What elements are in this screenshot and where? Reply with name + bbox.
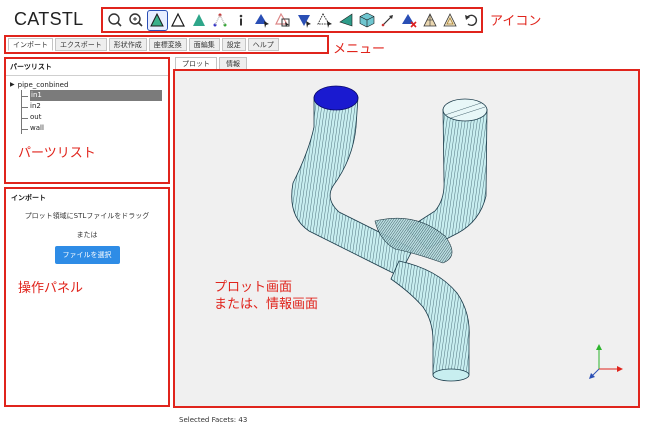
tree-item-in1[interactable]: in1: [22, 90, 164, 101]
select-file-button[interactable]: ファイルを選択: [54, 246, 120, 264]
arrow-icon[interactable]: [378, 11, 397, 30]
menu-tab-help[interactable]: ヘルプ: [247, 38, 279, 51]
tree-item-in2[interactable]: in2: [22, 101, 164, 112]
app-title: CATSTL: [14, 9, 84, 29]
parts-list-header: パーツリスト: [6, 59, 168, 76]
undo-icon[interactable]: [462, 11, 481, 30]
select-box-icon[interactable]: [274, 11, 293, 30]
or-text: または: [76, 231, 98, 239]
menu-tab-shape-create[interactable]: 形状作成: [108, 38, 147, 51]
shaded-triangle-icon[interactable]: [190, 11, 209, 30]
mesh-viewport[interactable]: [175, 71, 638, 406]
select-flag-icon[interactable]: [294, 11, 313, 30]
axis-triad: [589, 344, 623, 379]
view-triangle-active-icon[interactable]: [146, 9, 168, 31]
menu-bar: インポート エクスポート 形状作成 座標変換 面編集 設定 ヘルプ: [4, 35, 329, 54]
triangle-outline-icon[interactable]: [441, 11, 460, 30]
point-triangle-icon[interactable]: [211, 11, 230, 30]
select-point-icon[interactable]: [315, 11, 334, 30]
inlet-in2: [442, 98, 488, 122]
caret-right-icon[interactable]: ▶: [10, 81, 15, 88]
annotation-icons: アイコン: [490, 14, 542, 29]
triangle-mesh-icon[interactable]: [420, 11, 439, 30]
annotation-parts: パーツリスト: [18, 146, 96, 161]
parts-tree: ▶ pipe_conbined in1 in2 out wall: [6, 76, 168, 137]
plot-area[interactable]: [173, 69, 640, 408]
toolbar: [101, 7, 483, 33]
annotation-ops: 操作パネル: [18, 281, 84, 296]
wireframe-triangle-icon[interactable]: [169, 11, 188, 30]
solid-triangle-icon[interactable]: [336, 11, 355, 30]
annotation-plot-line2: または、情報画面: [214, 297, 319, 312]
zoom-icon[interactable]: [127, 11, 146, 30]
outlet-rim: [432, 368, 470, 382]
tree-item-out[interactable]: out: [22, 112, 164, 123]
menu-tab-transform[interactable]: 座標変換: [148, 38, 187, 51]
select-face-icon[interactable]: [253, 11, 272, 30]
cube-icon[interactable]: [357, 11, 376, 30]
annotation-menu: メニュー: [333, 42, 386, 57]
parts-list-panel: パーツリスト ▶ pipe_conbined in1 in2 out wall: [4, 57, 170, 184]
menu-tab-export[interactable]: エクスポート: [55, 38, 107, 51]
inlet-in1-selected: [313, 85, 359, 111]
tree-item-wall[interactable]: wall: [22, 123, 164, 134]
status-text: Selected Facets: 43: [179, 416, 248, 424]
tree-children: in1 in2 out wall: [21, 90, 164, 134]
menu-tab-face-edit[interactable]: 面編集: [188, 38, 220, 51]
info-icon[interactable]: [232, 11, 251, 30]
tree-root-label: pipe_conbined: [17, 80, 69, 89]
menu-tab-import[interactable]: インポート: [8, 38, 53, 51]
delete-face-icon[interactable]: [399, 11, 418, 30]
menu-tab-settings[interactable]: 設定: [221, 38, 246, 51]
zoom-fit-icon[interactable]: [106, 11, 125, 30]
tree-root[interactable]: ▶ pipe_conbined: [10, 79, 164, 90]
drop-instruction: プロット領域にSTLファイルをドラッグ: [24, 212, 150, 220]
operation-panel: インポート プロット領域にSTLファイルをドラッグ または ファイルを選択: [4, 187, 170, 407]
ops-title: インポート: [11, 194, 46, 202]
pipe-outlet: [390, 260, 470, 376]
